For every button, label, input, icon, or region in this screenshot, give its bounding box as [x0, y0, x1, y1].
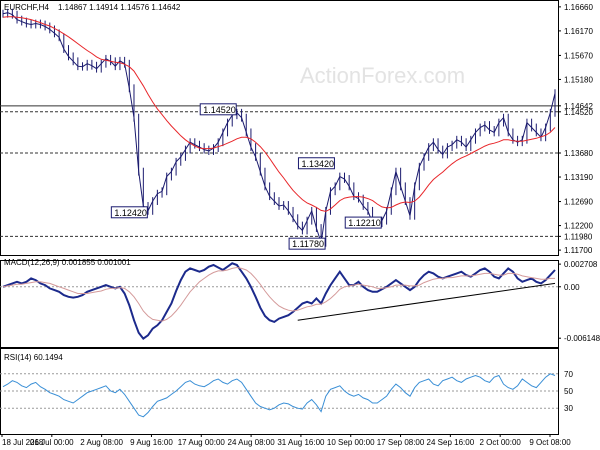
price-panel-frame	[0, 0, 559, 256]
annotation-label: 1.11780	[292, 239, 324, 249]
moving-average-line	[2, 16, 556, 212]
chart-canvas: EURCHF,H4 1.14867 1.14914 1.14576 1.1464…	[0, 0, 600, 447]
price-y-tick-label: 1.15670	[564, 51, 593, 60]
x-tick-label: 2 Oct 00:00	[480, 438, 522, 447]
rsi-line	[2, 373, 556, 418]
price-y-tick-label: 1.13680	[564, 149, 593, 158]
price-y-tick-label: 1.15180	[564, 75, 593, 84]
ohlc-readout: 1.14867 1.14914 1.14576 1.14642	[58, 3, 181, 12]
price-y-tick-label: 1.11700	[564, 246, 593, 255]
x-tick-label: 9 Oct 08:00	[529, 438, 571, 447]
watermark: ActionForex.com	[300, 63, 465, 88]
rsi-y-tick-label: 50	[564, 387, 573, 396]
macd-line	[2, 262, 556, 340]
x-tick-label: 26 Jul 00:00	[30, 438, 74, 447]
price-y-tick-label: 1.14520	[564, 108, 593, 117]
price-y-tick-label: 1.12200	[564, 222, 593, 231]
annotation-label: 1.12420	[114, 208, 147, 218]
price-y-tick-label: 1.13190	[564, 173, 593, 182]
macd-y-tick-label: 0.002708	[564, 260, 598, 269]
rsi-y-tick-label: 70	[564, 370, 573, 379]
rsi-panel-title: RSI(14) 60.1494	[4, 353, 63, 362]
price-y-tick-label: 1.11980	[564, 232, 593, 241]
x-tick-label: 10 Sep 00:00	[327, 438, 375, 447]
macd-y-tick-label: 0.00	[564, 283, 580, 292]
macd-trendline	[297, 282, 556, 321]
macd-y-tick-label: -0.006148	[564, 334, 600, 343]
price-y-tick-label: 1.12690	[564, 198, 593, 207]
annotation-label: 1.12210	[348, 218, 381, 228]
annotation-label: 1.13420	[301, 159, 334, 169]
price-y-tick-label: 1.16170	[564, 27, 593, 36]
annotation-label: 1.14520	[203, 105, 236, 115]
x-tick-label: 24 Aug 08:00	[228, 438, 276, 447]
x-tick-label: 31 Aug 16:00	[277, 438, 325, 447]
rsi-y-tick-label: 30	[564, 404, 573, 413]
x-tick-label: 24 Sep 16:00	[427, 438, 475, 447]
x-tick-label: 17 Sep 08:00	[377, 438, 425, 447]
macd-panel-title: MACD(12,26,9) 0.001855 0.001001	[4, 258, 131, 267]
price-y-tick-label: 1.16660	[564, 3, 593, 12]
x-tick-label: 17 Aug 00:00	[178, 438, 226, 447]
signal-line	[2, 266, 555, 322]
x-tick-label: 9 Aug 16:00	[130, 438, 173, 447]
x-tick-label: 2 Aug 08:00	[80, 438, 123, 447]
price-panel-title: EURCHF,H4	[4, 3, 49, 12]
